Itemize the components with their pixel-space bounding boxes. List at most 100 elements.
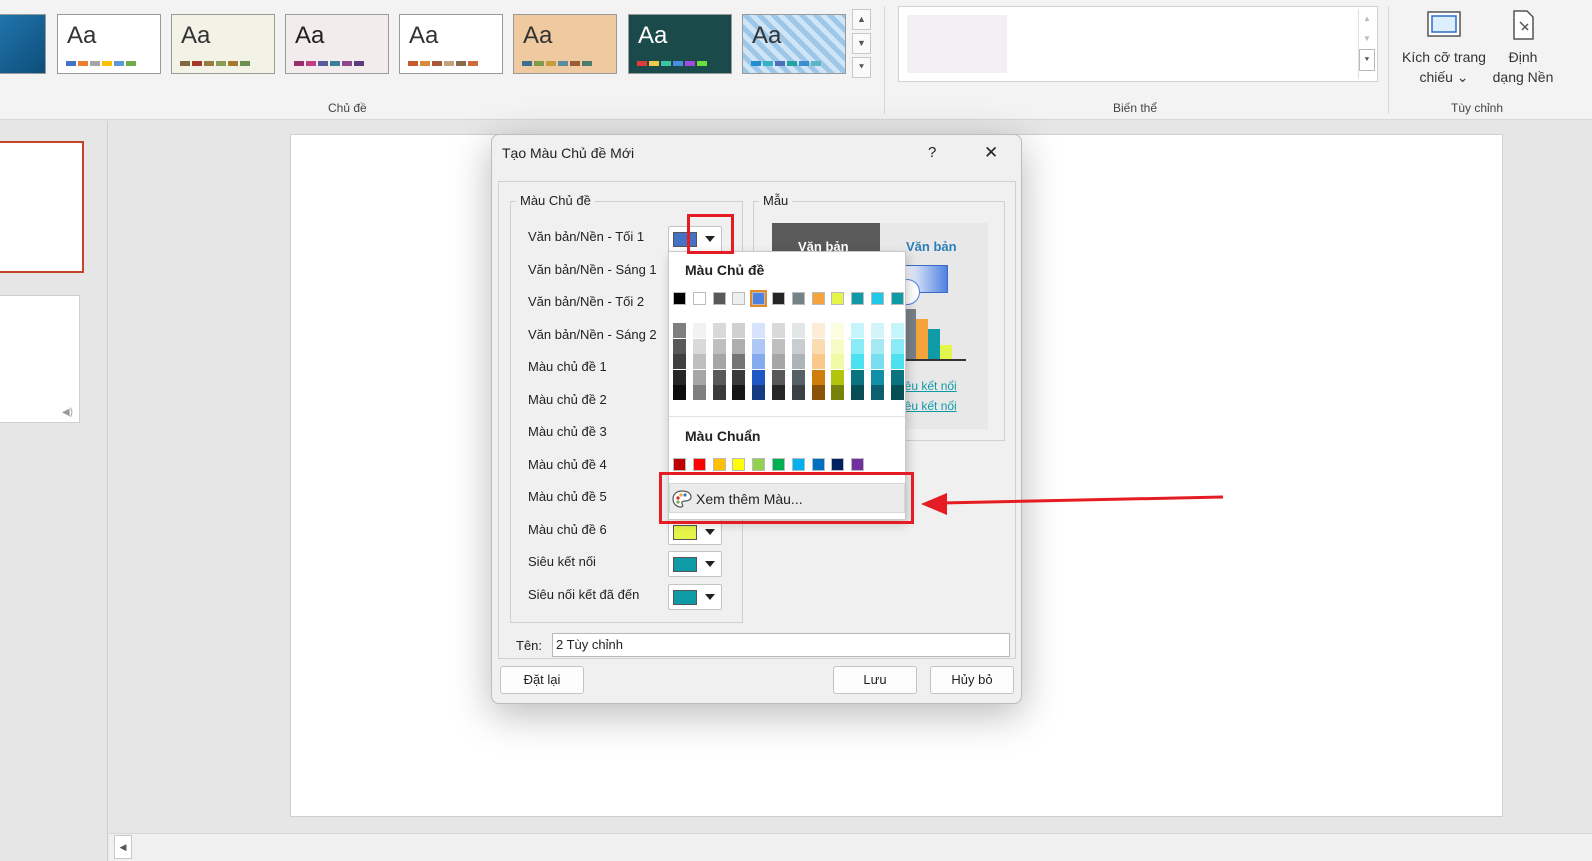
theme-thumbnail[interactable]: Aa xyxy=(171,14,275,74)
shade-swatch[interactable] xyxy=(831,354,845,369)
shade-swatch[interactable] xyxy=(871,354,884,369)
shade-swatch[interactable] xyxy=(732,323,746,338)
shade-swatch[interactable] xyxy=(811,354,825,369)
theme-thumbnail[interactable]: Aa xyxy=(742,14,846,74)
standard-color-swatch[interactable] xyxy=(772,458,785,471)
shade-swatch[interactable] xyxy=(692,385,706,400)
shade-swatch[interactable] xyxy=(752,385,766,400)
save-button[interactable]: Lưu xyxy=(833,666,917,694)
close-button[interactable]: ✕ xyxy=(984,143,998,163)
shade-swatch[interactable] xyxy=(851,338,865,354)
name-input[interactable]: 2 Tùy chỉnh xyxy=(552,633,1010,657)
shade-swatch[interactable] xyxy=(732,385,746,400)
shade-swatch[interactable] xyxy=(692,354,706,369)
theme-color-swatch[interactable] xyxy=(831,292,845,305)
standard-color-swatch[interactable] xyxy=(673,458,686,471)
shade-swatch[interactable] xyxy=(811,369,825,385)
shade-swatch[interactable] xyxy=(871,338,884,354)
theme-thumbnail[interactable]: Aa xyxy=(628,14,732,74)
shade-swatch[interactable] xyxy=(732,338,746,354)
theme-color-swatch[interactable] xyxy=(772,292,785,305)
theme-color-swatch[interactable] xyxy=(851,292,865,305)
shade-swatch[interactable] xyxy=(811,385,825,400)
gallery-scroll-down[interactable]: ▼ xyxy=(852,33,871,54)
gallery-scroll-up[interactable]: ▲ xyxy=(852,9,871,30)
shade-swatch[interactable] xyxy=(673,369,686,385)
shade-swatch[interactable] xyxy=(791,323,805,338)
theme-thumbnail[interactable]: Aa xyxy=(285,14,389,74)
shade-swatch[interactable] xyxy=(752,354,766,369)
standard-color-swatch[interactable] xyxy=(692,458,706,471)
shade-swatch[interactable] xyxy=(692,338,706,354)
shade-swatch[interactable] xyxy=(732,369,746,385)
shade-swatch[interactable] xyxy=(791,354,805,369)
theme-color-swatch[interactable] xyxy=(732,292,746,305)
standard-color-swatch[interactable] xyxy=(752,458,766,471)
color-picker-button[interactable] xyxy=(668,551,722,577)
shade-swatch[interactable] xyxy=(772,369,785,385)
shade-swatch[interactable] xyxy=(811,323,825,338)
theme-thumbnail[interactable] xyxy=(0,14,46,74)
shade-swatch[interactable] xyxy=(890,385,904,400)
shade-swatch[interactable] xyxy=(871,369,884,385)
theme-color-swatch[interactable] xyxy=(750,290,768,307)
theme-color-swatch[interactable] xyxy=(712,292,726,305)
standard-color-swatch[interactable] xyxy=(712,458,726,471)
shade-swatch[interactable] xyxy=(871,323,884,338)
shade-swatch[interactable] xyxy=(772,385,785,400)
theme-color-swatch[interactable] xyxy=(673,292,686,305)
shade-swatch[interactable] xyxy=(811,338,825,354)
help-button[interactable]: ? xyxy=(928,144,936,161)
shade-swatch[interactable] xyxy=(831,369,845,385)
shade-swatch[interactable] xyxy=(712,354,726,369)
shade-swatch[interactable] xyxy=(692,369,706,385)
horizontal-scrollbar[interactable]: ◀ xyxy=(109,833,1592,861)
standard-color-swatch[interactable] xyxy=(831,458,845,471)
shade-swatch[interactable] xyxy=(831,385,845,400)
theme-color-swatch[interactable] xyxy=(791,292,805,305)
cancel-button[interactable]: Hủy bỏ xyxy=(930,666,1014,694)
slide-thumbnail-1[interactable] xyxy=(0,141,84,273)
shade-swatch[interactable] xyxy=(712,323,726,338)
theme-color-swatch[interactable] xyxy=(890,292,904,305)
shade-swatch[interactable] xyxy=(791,385,805,400)
theme-color-swatch[interactable] xyxy=(811,292,825,305)
shade-swatch[interactable] xyxy=(712,338,726,354)
shade-swatch[interactable] xyxy=(673,385,686,400)
shade-swatch[interactable] xyxy=(831,323,845,338)
reset-button[interactable]: Đặt lại xyxy=(500,666,584,694)
theme-thumbnail[interactable]: Aa xyxy=(57,14,161,74)
theme-color-swatch[interactable] xyxy=(692,292,706,305)
shade-swatch[interactable] xyxy=(791,338,805,354)
format-background-button[interactable]: Định dạng Nền xyxy=(1488,8,1558,87)
shade-swatch[interactable] xyxy=(851,369,865,385)
shade-swatch[interactable] xyxy=(871,385,884,400)
standard-color-swatch[interactable] xyxy=(791,458,805,471)
shade-swatch[interactable] xyxy=(673,338,686,354)
color-picker-button[interactable] xyxy=(668,584,722,610)
shade-swatch[interactable] xyxy=(772,338,785,354)
shade-swatch[interactable] xyxy=(890,354,904,369)
scroll-left-icon[interactable]: ◀ xyxy=(114,835,132,859)
theme-thumbnail[interactable]: Aa xyxy=(513,14,617,74)
variants-gallery[interactable]: ▲ ▼ ⯆ xyxy=(898,6,1378,82)
shade-swatch[interactable] xyxy=(890,338,904,354)
shade-swatch[interactable] xyxy=(752,323,766,338)
variants-scrollbar[interactable]: ▲ ▼ ⯆ xyxy=(1358,9,1375,79)
theme-color-swatch[interactable] xyxy=(871,292,884,305)
standard-color-swatch[interactable] xyxy=(732,458,746,471)
shade-swatch[interactable] xyxy=(890,323,904,338)
standard-color-swatch[interactable] xyxy=(851,458,865,471)
shade-swatch[interactable] xyxy=(673,354,686,369)
shade-swatch[interactable] xyxy=(831,338,845,354)
variant-thumbnail[interactable] xyxy=(907,15,1007,73)
slide-thumbnail-2[interactable]: ◀) xyxy=(0,295,80,423)
shade-swatch[interactable] xyxy=(752,338,766,354)
shade-swatch[interactable] xyxy=(673,323,686,338)
shade-swatch[interactable] xyxy=(851,354,865,369)
shade-swatch[interactable] xyxy=(791,369,805,385)
slide-size-button[interactable]: Kích cỡ trang chiếu ⌄ xyxy=(1398,8,1490,87)
shade-swatch[interactable] xyxy=(890,369,904,385)
shade-swatch[interactable] xyxy=(851,323,865,338)
shade-swatch[interactable] xyxy=(712,369,726,385)
